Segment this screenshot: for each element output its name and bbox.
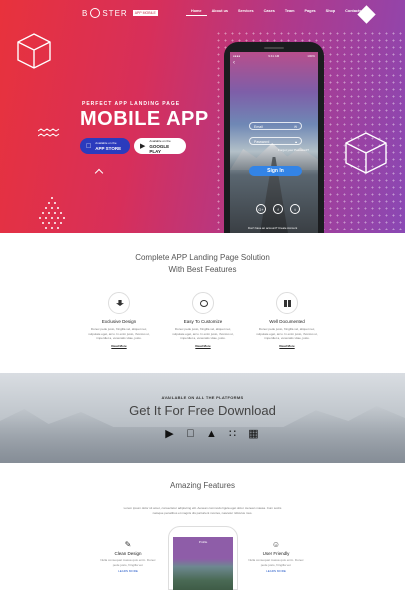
nav-cases[interactable]: Cases — [259, 9, 280, 16]
feature-card: Easy To Customize Donec pede justo, frin… — [170, 292, 236, 348]
nav-services[interactable]: Services — [233, 9, 259, 16]
status-time: 9:41 AM — [268, 54, 280, 58]
cube-outline-icon — [345, 132, 387, 174]
status-bar: ●●●● 9:41 AM 100% — [230, 52, 318, 60]
back-arrow-icon[interactable]: ‹ — [230, 60, 318, 66]
hero-pretitle: PERFECT APP LANDING PAGE — [82, 101, 181, 107]
read-more-link[interactable]: Read More — [254, 344, 320, 348]
mail-icon: ✉ — [294, 124, 297, 129]
logo-tag: APP MOBILE — [132, 10, 158, 16]
download-icon — [108, 292, 130, 314]
read-more-link[interactable]: Read More — [86, 344, 152, 348]
main-nav: Home About us Services Cases Team Pages … — [186, 9, 366, 16]
dotted-triangle-icon — [39, 197, 65, 229]
android-icon[interactable]: ▲ — [206, 429, 217, 440]
feature-desc: Nulla consequat massa quis enim. Donec p… — [248, 558, 304, 567]
create-account-link[interactable]: Don't have an account? Create Account — [248, 226, 297, 230]
amazing-feature-right: ☺ User Friendly Nulla consequat massa qu… — [246, 540, 306, 573]
feature-name: Clean Design — [114, 551, 142, 556]
feature-desc: Donec pede justo, fringilla vel, aliquet… — [256, 327, 318, 340]
feature-desc: Nulla consequat massa quis enim. Donec p… — [100, 558, 156, 567]
feature-name: Well Documented — [269, 319, 305, 324]
platforms-section: AVAILABLE ON ALL THE PLATFORMS Get It Fo… — [0, 373, 405, 463]
sign-in-button[interactable]: Sign In — [249, 166, 302, 176]
feature-name: Easy To Customize — [183, 319, 223, 324]
windows-icon[interactable]: ▦ — [248, 429, 259, 440]
chevron-up-icon[interactable] — [94, 168, 104, 178]
nav-shop[interactable]: Shop — [321, 9, 341, 16]
phone-screen-label: Profile — [198, 540, 208, 544]
blackberry-icon[interactable]: ∷ — [227, 429, 238, 440]
google-play-button[interactable]: ▶ Available on the GOOGLE PLAY — [134, 138, 186, 154]
feature-desc: Donec pede justo, fringilla vel, aliquet… — [172, 327, 234, 340]
apple-icon[interactable]:  — [185, 429, 196, 440]
phone-screen: ●●●● 9:41 AM 100% ‹ Email ✉ Password 🔒︎ … — [230, 52, 318, 233]
learn-more-link[interactable]: LEARN MORE — [246, 569, 306, 573]
features-title-line1: Complete APP Landing Page Solution — [135, 253, 270, 262]
phone-mockup: ●●●● 9:41 AM 100% ‹ Email ✉ Password 🔒︎ … — [224, 42, 324, 233]
password-field[interactable]: Password 🔒︎ — [249, 137, 302, 145]
logo-ring-icon — [90, 8, 101, 18]
email-label: Email — [254, 124, 263, 129]
logo-text: STER — [102, 8, 128, 18]
play-store-icon[interactable]: ▶ — [164, 429, 175, 440]
cube-outline-icon — [17, 33, 51, 69]
feature-card: Exclusive Design Donec pede justo, fring… — [86, 292, 152, 348]
read-more-link[interactable]: Read More — [170, 344, 236, 348]
magic-wand-icon: ✎ — [124, 540, 132, 549]
platforms-title: Get It For Free Download — [129, 403, 276, 418]
app-store-label: APP STORE — [90, 146, 121, 151]
facebook-icon[interactable]: f — [273, 204, 283, 214]
social-login: G+ f t — [256, 204, 300, 214]
amazing-feature-left: ✎ Clean Design Nulla consequat massa qui… — [98, 540, 158, 573]
nav-home[interactable]: Home — [186, 9, 207, 16]
features-title-line2: With Best Features — [168, 265, 237, 274]
twitter-icon[interactable]: t — [290, 204, 300, 214]
feature-card: Well Documented Donec pede justo, fringi… — [254, 292, 320, 348]
feature-desc: Donec pede justo, fringilla vel, aliquet… — [88, 327, 150, 340]
play-icon: ▶ — [140, 143, 146, 150]
phone-mockup-small: Profile — [168, 526, 238, 590]
nav-team[interactable]: Team — [280, 9, 300, 16]
app-store-button[interactable]:  Available on the APP STORE — [80, 138, 130, 154]
phone-screen-small: Profile — [173, 537, 233, 590]
phone-speaker — [264, 47, 284, 49]
platform-icons: ▶  ▲ ∷ ▦ — [164, 429, 259, 440]
zigzag-icon — [38, 128, 60, 137]
landing-page: B STER APP MOBILE Home About us Services… — [0, 0, 405, 590]
refresh-icon — [192, 292, 214, 314]
forgot-password-link[interactable]: Forgot your Password? — [278, 148, 309, 152]
platforms-kicker: AVAILABLE ON ALL THE PLATFORMS — [161, 395, 244, 400]
battery-status: 100% — [307, 54, 315, 58]
features-title: Complete APP Landing Page Solution With … — [0, 252, 405, 276]
user-icon: ☺ — [271, 540, 281, 549]
hero-section: B STER APP MOBILE Home About us Services… — [0, 0, 405, 233]
lock-icon: 🔒︎ — [295, 139, 297, 144]
amazing-title: Amazing Features — [170, 481, 235, 490]
logo-letter: B — [82, 8, 89, 18]
nav-pages[interactable]: Pages — [299, 9, 320, 16]
password-label: Password — [254, 139, 270, 144]
signal-icon: ●●●● — [233, 54, 241, 58]
amazing-desc: Lorem ipsum dolor sit amet, consectetur … — [123, 506, 282, 515]
hero-title: MOBILE APP — [80, 108, 209, 130]
email-field[interactable]: Email ✉ — [249, 122, 302, 130]
grid-icon — [276, 292, 298, 314]
feature-name: User Friendly — [262, 551, 290, 556]
nav-about[interactable]: About us — [207, 9, 233, 16]
learn-more-link[interactable]: LEARN MORE — [98, 569, 158, 573]
google-plus-icon[interactable]: G+ — [256, 204, 266, 214]
google-play-label: GOOGLE PLAY — [149, 143, 170, 154]
logo[interactable]: B STER APP MOBILE — [82, 8, 158, 18]
apple-icon:  — [86, 143, 91, 150]
feature-name: Exclusive Design — [101, 319, 137, 324]
